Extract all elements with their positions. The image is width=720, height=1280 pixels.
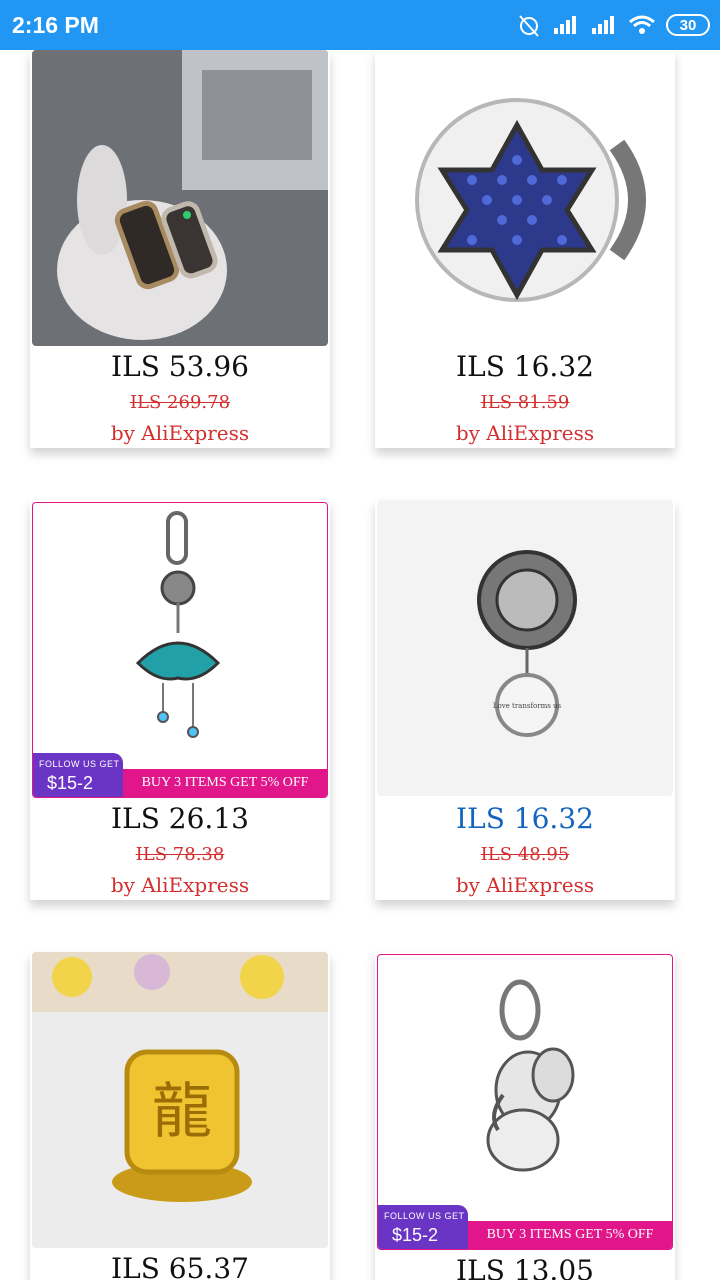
promo-offer-banner[interactable]: BUY 3 ITEMS GET 5% OFF (123, 769, 327, 797)
product-card[interactable]: Love transforms us ILS 16.32 ILS 48.95 b… (375, 500, 675, 900)
promo-amount: $15-2 (47, 773, 94, 793)
promo-follow-text: FOLLOW US GET (39, 759, 120, 769)
product-price: ILS 53.96 (111, 350, 249, 383)
product-price: ILS 13.05 (456, 1254, 594, 1280)
product-image-gold-ring[interactable]: 龍 (32, 952, 328, 1248)
charm-engraving: Love transforms us (493, 702, 562, 710)
product-seller[interactable]: by AliExpress (375, 873, 675, 897)
product-seller[interactable]: by AliExpress (30, 421, 330, 445)
status-icons: 30 (516, 12, 710, 38)
product-grid[interactable]: ILS 53.96 ILS 269.78 by AliExpress ILS 1… (0, 50, 720, 1280)
status-time: 2:16 PM (12, 12, 99, 38)
product-seller[interactable]: by AliExpress (375, 421, 675, 445)
battery-icon: 30 (666, 14, 710, 36)
product-old-price: ILS 269.78 (129, 392, 231, 413)
product-price: ILS 65.37 (111, 1252, 249, 1280)
product-image-flower-charm[interactable]: FOLLOW US GET $15-2 BUY 3 ITEMS GET 5% O… (32, 502, 328, 798)
product-price: ILS 16.32 (456, 802, 594, 835)
battery-level: 30 (679, 16, 697, 34)
product-price: ILS 26.13 (111, 802, 249, 835)
status-bar: 2:16 PM 30 (0, 0, 720, 50)
product-card[interactable]: ILS 53.96 ILS 269.78 by AliExpress (30, 50, 330, 448)
promo-amount: $15-2 (392, 1225, 439, 1245)
product-image-star-charm[interactable] (377, 50, 673, 346)
signal-icon-2 (592, 16, 614, 34)
product-old-price: ILS 48.95 (480, 844, 570, 865)
product-card[interactable]: 龍 ILS 65.37 (30, 952, 330, 1280)
product-image-butterfly-charm[interactable]: Love transforms us (377, 500, 673, 796)
alarm-off-icon (519, 15, 539, 37)
promo-follow-text: FOLLOW US GET (384, 1211, 465, 1221)
promo-offer-banner[interactable]: BUY 3 ITEMS GET 5% OFF (468, 1221, 672, 1249)
promo-follow-badge[interactable]: FOLLOW US GET $15-2 (378, 1205, 468, 1249)
product-seller[interactable]: by AliExpress (30, 873, 330, 897)
product-card[interactable]: ILS 16.32 ILS 81.59 by AliExpress (375, 50, 675, 448)
product-image-elephant-charm[interactable]: FOLLOW US GET $15-2 BUY 3 ITEMS GET 5% O… (377, 954, 673, 1250)
product-old-price: ILS 81.59 (480, 392, 570, 413)
wifi-icon (629, 15, 655, 34)
product-price: ILS 16.32 (456, 350, 594, 383)
signal-icon (554, 16, 576, 34)
product-old-price: ILS 78.38 (135, 844, 225, 865)
product-card[interactable]: FOLLOW US GET $15-2 BUY 3 ITEMS GET 5% O… (375, 952, 675, 1280)
product-image-rings[interactable] (32, 50, 328, 346)
product-card[interactable]: FOLLOW US GET $15-2 BUY 3 ITEMS GET 5% O… (30, 500, 330, 900)
promo-follow-badge[interactable]: FOLLOW US GET $15-2 (33, 753, 123, 797)
svg-text:龍: 龍 (152, 1077, 212, 1147)
